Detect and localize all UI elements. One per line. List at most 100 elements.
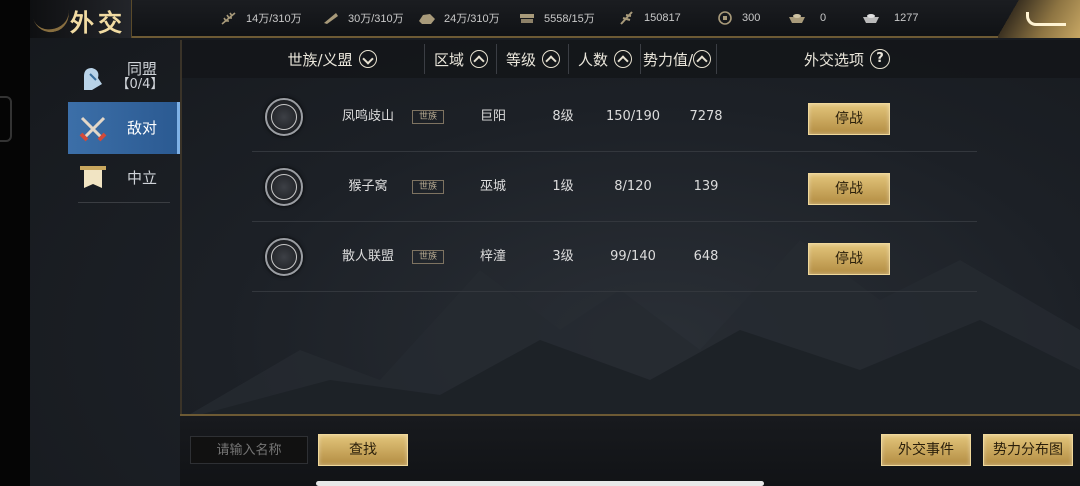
header-level-label: 等级 bbox=[505, 50, 536, 69]
sort-up-icon[interactable] bbox=[542, 50, 560, 68]
gold-ingot-icon bbox=[789, 14, 805, 23]
resource-value: 24万/310万 bbox=[444, 13, 500, 25]
sort-up-icon[interactable] bbox=[693, 50, 712, 68]
resource-value: 0 bbox=[820, 12, 827, 24]
resource-gold: 0 bbox=[788, 0, 826, 36]
resource-copper: 300 bbox=[716, 0, 760, 36]
clan-name[interactable]: 猴子窝 bbox=[312, 152, 424, 222]
alliance-count: 【0/4】 bbox=[116, 77, 164, 92]
sort-up-icon[interactable] bbox=[470, 50, 488, 68]
title-plate: 外交 bbox=[30, 0, 132, 38]
header-level[interactable]: 等级 bbox=[497, 40, 569, 78]
header-power-label: 势力值/ bbox=[642, 50, 694, 69]
members-cell: 99/140 bbox=[610, 249, 656, 264]
level-cell: 3级 bbox=[552, 249, 574, 264]
members-cell: 8/120 bbox=[614, 179, 652, 194]
resource-value: 5558/15万 bbox=[544, 13, 595, 25]
ceasefire-button[interactable]: 停战 bbox=[808, 243, 890, 275]
level-cell: 1级 bbox=[552, 179, 574, 194]
clan-name[interactable]: 散人联盟 bbox=[312, 222, 424, 292]
diplomacy-events-button[interactable]: 外交事件 bbox=[881, 434, 971, 466]
hostile-list-panel: 世族/义盟 区域 等级 人数 势力值/ 外交选项 ? 凤鸣歧山 世族 巨阳 8级… bbox=[180, 40, 1080, 414]
resource-value: 1277 bbox=[894, 12, 919, 24]
table-row: 散人联盟 世族 梓潼 3级 99/140 648 停战 bbox=[252, 222, 977, 292]
search-button[interactable]: 查找 bbox=[318, 434, 408, 466]
page-title: 外交 bbox=[70, 8, 126, 37]
header-options: 外交选项 ? bbox=[762, 40, 932, 78]
header-clan[interactable]: 世族/义盟 bbox=[252, 40, 412, 78]
region-cell: 巨阳 bbox=[479, 109, 506, 124]
header-divider bbox=[716, 44, 717, 74]
relation-sidebar: 同盟 【0/4】 敌对 中立 bbox=[68, 40, 180, 486]
table-row: 猴子窝 世族 巫城 1级 8/120 139 停战 bbox=[252, 152, 977, 222]
resource-stone: 24万/310万 bbox=[418, 0, 500, 36]
stone-icon bbox=[419, 14, 435, 24]
sidebar-item-label: 敌对 bbox=[126, 119, 157, 137]
back-arrow-icon bbox=[1026, 12, 1066, 26]
clan-search-input[interactable] bbox=[190, 436, 308, 464]
clan-name[interactable]: 凤鸣歧山 bbox=[312, 82, 424, 152]
header-members-label: 人数 bbox=[577, 50, 608, 69]
resource-value: 150817 bbox=[644, 12, 681, 24]
back-button[interactable] bbox=[998, 0, 1080, 38]
resource-food: 14万/310万 bbox=[220, 0, 302, 36]
sidebar-item-neutral[interactable]: 中立 bbox=[68, 152, 180, 204]
clan-tag-badge: 世族 bbox=[412, 250, 444, 264]
clan-tag-badge: 世族 bbox=[412, 110, 444, 124]
alliance-icon bbox=[84, 68, 102, 90]
crossed-swords-icon bbox=[79, 116, 107, 142]
sidebar-item-label: 中立 bbox=[126, 169, 157, 187]
header-members[interactable]: 人数 bbox=[569, 40, 641, 78]
copper-coin-icon bbox=[718, 11, 732, 25]
region-cell: 巫城 bbox=[479, 179, 506, 194]
resource-silver: 1277 bbox=[862, 0, 918, 36]
clan-emblem-icon bbox=[265, 98, 303, 136]
power-map-button[interactable]: 势力分布图 bbox=[983, 434, 1073, 466]
sort-up-icon[interactable] bbox=[614, 50, 632, 68]
banner-icon bbox=[80, 166, 106, 188]
table-header: 世族/义盟 区域 等级 人数 势力值/ 外交选项 ? bbox=[182, 40, 1080, 78]
title-ornament bbox=[31, 1, 73, 37]
feather-icon bbox=[324, 13, 338, 24]
header-region[interactable]: 区域 bbox=[425, 40, 497, 78]
diplomacy-screen: 外交 14万/310万 30万/310万 24万/310万 5558/15万 1… bbox=[30, 0, 1080, 486]
header-region-label: 区域 bbox=[433, 50, 464, 69]
resource-value: 300 bbox=[742, 12, 761, 24]
resource-value: 30万/310万 bbox=[348, 13, 404, 25]
resource-value: 14万/310万 bbox=[246, 13, 302, 25]
header-options-label: 外交选项 bbox=[803, 50, 864, 69]
region-cell: 梓潼 bbox=[479, 249, 506, 264]
wheat-icon bbox=[221, 12, 236, 25]
scroll-icon bbox=[620, 11, 633, 25]
help-icon[interactable]: ? bbox=[870, 49, 890, 69]
power-cell: 7278 bbox=[689, 109, 723, 124]
device-edge bbox=[0, 0, 30, 486]
camera-notch bbox=[0, 96, 12, 142]
members-cell: 150/190 bbox=[605, 109, 660, 124]
resource-iron: 5558/15万 bbox=[518, 0, 595, 36]
level-cell: 8级 bbox=[552, 109, 574, 124]
table-row: 凤鸣歧山 世族 巨阳 8级 150/190 7278 停战 bbox=[252, 82, 977, 152]
home-indicator[interactable] bbox=[316, 481, 764, 486]
sidebar-divider bbox=[78, 202, 170, 203]
clan-tag-badge: 世族 bbox=[412, 180, 444, 194]
sidebar-item-alliance[interactable]: 同盟 【0/4】 bbox=[68, 50, 180, 104]
top-resource-bar: 外交 14万/310万 30万/310万 24万/310万 5558/15万 1… bbox=[30, 0, 1080, 38]
sort-down-icon[interactable] bbox=[358, 50, 377, 68]
ceasefire-button[interactable]: 停战 bbox=[808, 173, 890, 205]
bottom-action-bar: 查找 外交事件 势力分布图 bbox=[180, 414, 1080, 486]
resource-wood: 30万/310万 bbox=[322, 0, 404, 36]
iron-icon bbox=[520, 14, 534, 23]
sidebar-item-hostile[interactable]: 敌对 bbox=[68, 102, 180, 154]
alliance-label: 同盟 bbox=[126, 60, 157, 78]
clan-emblem-icon bbox=[265, 238, 303, 276]
ceasefire-button[interactable]: 停战 bbox=[808, 103, 890, 135]
silver-ingot-icon bbox=[863, 14, 879, 23]
sidebar-item-label: 同盟 【0/4】 bbox=[116, 61, 168, 93]
header-power[interactable]: 势力值/ bbox=[641, 40, 713, 78]
power-cell: 139 bbox=[693, 179, 719, 194]
header-clan-label: 世族/义盟 bbox=[287, 50, 353, 69]
resource-scroll: 150817 bbox=[618, 0, 681, 36]
power-cell: 648 bbox=[693, 249, 719, 264]
clan-emblem-icon bbox=[265, 168, 303, 206]
